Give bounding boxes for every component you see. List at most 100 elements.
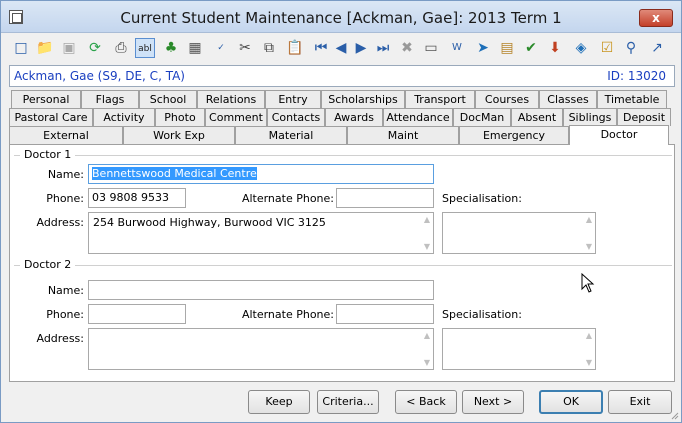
- tab-awards[interactable]: Awards: [325, 108, 383, 126]
- doctor-1-name-label: Name:: [47, 168, 84, 181]
- title-bar: Current Student Maintenance [Ackman, Gae…: [1, 1, 681, 33]
- doctor-2-group: Doctor 2 Name: Phone: Alternate Phone: S…: [14, 258, 672, 377]
- refresh-icon[interactable]: ⟳: [85, 38, 105, 58]
- keep-button[interactable]: Keep: [248, 390, 310, 414]
- calculator-icon[interactable]: ▦: [185, 38, 205, 58]
- doctor-1-name-field[interactable]: Bennettswood Medical Centre: [88, 164, 434, 184]
- spellcheck-icon[interactable]: ✓: [211, 38, 231, 58]
- print-icon[interactable]: ⎙: [111, 38, 131, 58]
- next-button[interactable]: Next >: [462, 390, 524, 414]
- scroll-down-icon[interactable]: ▼: [424, 242, 430, 251]
- doctor-2-name-label: Name:: [47, 284, 84, 297]
- paste-icon[interactable]: 📋: [285, 38, 305, 58]
- tab-docman[interactable]: DocMan: [453, 108, 511, 126]
- tab-work-exp[interactable]: Work Exp: [123, 126, 235, 144]
- doctor-1-alt-phone-field[interactable]: [336, 188, 434, 208]
- doctor-2-phone-field[interactable]: [88, 304, 186, 324]
- tag-icon[interactable]: ◈: [571, 38, 591, 58]
- first-record-icon[interactable]: ⏮: [311, 38, 331, 58]
- save-icon[interactable]: ▣: [59, 38, 79, 58]
- doctor-1-address-label: Address:: [36, 216, 84, 229]
- tab-emergency[interactable]: Emergency: [459, 126, 569, 144]
- tab-siblings[interactable]: Siblings: [563, 108, 617, 126]
- doctor-1-title: Doctor 1: [20, 148, 76, 161]
- doctor-2-specialisation-field[interactable]: ▲ ▼: [442, 328, 596, 370]
- toolbar: □ 📁 ▣ ⟳ ⎙ abl ♣ ▦ ✓ ✂ ⧉ 📋 ⏮ ◀ ▶ ⏭ ✖ ▭ W …: [1, 34, 681, 62]
- tab-transport[interactable]: Transport: [405, 90, 475, 108]
- new-icon[interactable]: □: [11, 38, 31, 58]
- doctor-2-alt-phone-field[interactable]: [336, 304, 434, 324]
- copy-icon[interactable]: ⧉: [259, 38, 279, 58]
- delete-icon[interactable]: ✖: [397, 38, 417, 58]
- student-header: Ackman, Gae (S9, DE, C, TA) ID: 13020: [9, 65, 675, 87]
- scroll-up-icon[interactable]: ▲: [424, 331, 430, 340]
- word-icon[interactable]: W: [447, 38, 467, 58]
- doctor-1-specialisation-label: Specialisation:: [442, 192, 522, 205]
- doctor-1-alt-phone-label: Alternate Phone:: [241, 192, 334, 205]
- tab-maint[interactable]: Maint: [347, 126, 459, 144]
- tab-activity[interactable]: Activity: [93, 108, 155, 126]
- approve-icon[interactable]: ✔: [521, 38, 541, 58]
- last-record-icon[interactable]: ⏭: [373, 38, 393, 58]
- previous-record-icon[interactable]: ◀: [331, 38, 351, 58]
- next-record-icon[interactable]: ▶: [351, 38, 371, 58]
- resize-grip-icon[interactable]: [669, 410, 679, 420]
- download-icon[interactable]: ⬇: [545, 38, 565, 58]
- tab-classes[interactable]: Classes: [539, 90, 597, 108]
- text-field-icon[interactable]: abl: [135, 38, 155, 58]
- send-icon[interactable]: ➤: [473, 38, 493, 58]
- back-button[interactable]: < Back: [395, 390, 457, 414]
- scroll-down-icon[interactable]: ▼: [586, 358, 592, 367]
- tab-scholarships[interactable]: Scholarships: [321, 90, 405, 108]
- mouse-cursor-icon: [581, 273, 595, 293]
- tab-school[interactable]: School: [139, 90, 197, 108]
- doctor-2-alt-phone-label: Alternate Phone:: [241, 308, 334, 321]
- doctor-2-address-field[interactable]: ▲ ▼: [88, 328, 434, 370]
- doctor-1-address-field[interactable]: 254 Burwood Highway, Burwood VIC 3125 ▲ …: [88, 212, 434, 254]
- tree-icon[interactable]: ♣: [161, 38, 181, 58]
- doctor-2-specialisation-label: Specialisation:: [442, 308, 522, 321]
- tab-comment[interactable]: Comment: [205, 108, 267, 126]
- tab-absent[interactable]: Absent: [511, 108, 563, 126]
- tab-contacts[interactable]: Contacts: [267, 108, 325, 126]
- tab-flags[interactable]: Flags: [81, 90, 139, 108]
- tab-deposit[interactable]: Deposit: [617, 108, 671, 126]
- clipboard-icon[interactable]: ▤: [497, 38, 517, 58]
- arrow-up-right-icon[interactable]: ↗: [647, 38, 667, 58]
- student-id: ID: 13020: [607, 69, 666, 83]
- scroll-down-icon[interactable]: ▼: [424, 358, 430, 367]
- open-icon[interactable]: 📁: [35, 38, 55, 58]
- exit-button[interactable]: Exit: [608, 390, 672, 414]
- doctor-2-title: Doctor 2: [20, 258, 76, 271]
- tab-material[interactable]: Material: [235, 126, 347, 144]
- scroll-up-icon[interactable]: ▲: [586, 331, 592, 340]
- tab-external[interactable]: External: [9, 126, 123, 144]
- doctor-2-phone-label: Phone:: [46, 308, 84, 321]
- criteria-button[interactable]: Criteria...: [317, 390, 379, 414]
- scroll-down-icon[interactable]: ▼: [586, 242, 592, 251]
- tab-doctor[interactable]: Doctor: [569, 125, 669, 145]
- close-button[interactable]: x: [639, 9, 673, 27]
- doctor-1-specialisation-field[interactable]: ▲ ▼: [442, 212, 596, 254]
- tab-timetable[interactable]: Timetable: [597, 90, 667, 108]
- doctor-1-group: Doctor 1 Name: Bennettswood Medical Cent…: [14, 148, 672, 265]
- tab-pastoral-care[interactable]: Pastoral Care: [9, 108, 93, 126]
- cut-icon[interactable]: ✂: [235, 38, 255, 58]
- doctor-2-name-field[interactable]: [88, 280, 434, 300]
- student-name: Ackman, Gae (S9, DE, C, TA): [14, 69, 185, 83]
- tab-courses[interactable]: Courses: [475, 90, 539, 108]
- tab-attendance[interactable]: Attendance: [383, 108, 453, 126]
- doctor-1-phone-field[interactable]: 03 9808 9533: [88, 188, 186, 208]
- scroll-up-icon[interactable]: ▲: [424, 215, 430, 224]
- tab-relations[interactable]: Relations: [197, 90, 265, 108]
- scroll-up-icon[interactable]: ▲: [586, 215, 592, 224]
- doctor-2-address-label: Address:: [36, 332, 84, 345]
- ok-button[interactable]: OK: [539, 390, 603, 414]
- tab-personal[interactable]: Personal: [11, 90, 81, 108]
- tab-photo[interactable]: Photo: [155, 108, 205, 126]
- tab-entry[interactable]: Entry: [265, 90, 321, 108]
- card-icon[interactable]: ▭: [421, 38, 441, 58]
- window-title: Current Student Maintenance [Ackman, Gae…: [120, 9, 562, 27]
- checklist-icon[interactable]: ☑: [597, 38, 617, 58]
- pin-icon[interactable]: ⚲: [621, 38, 641, 58]
